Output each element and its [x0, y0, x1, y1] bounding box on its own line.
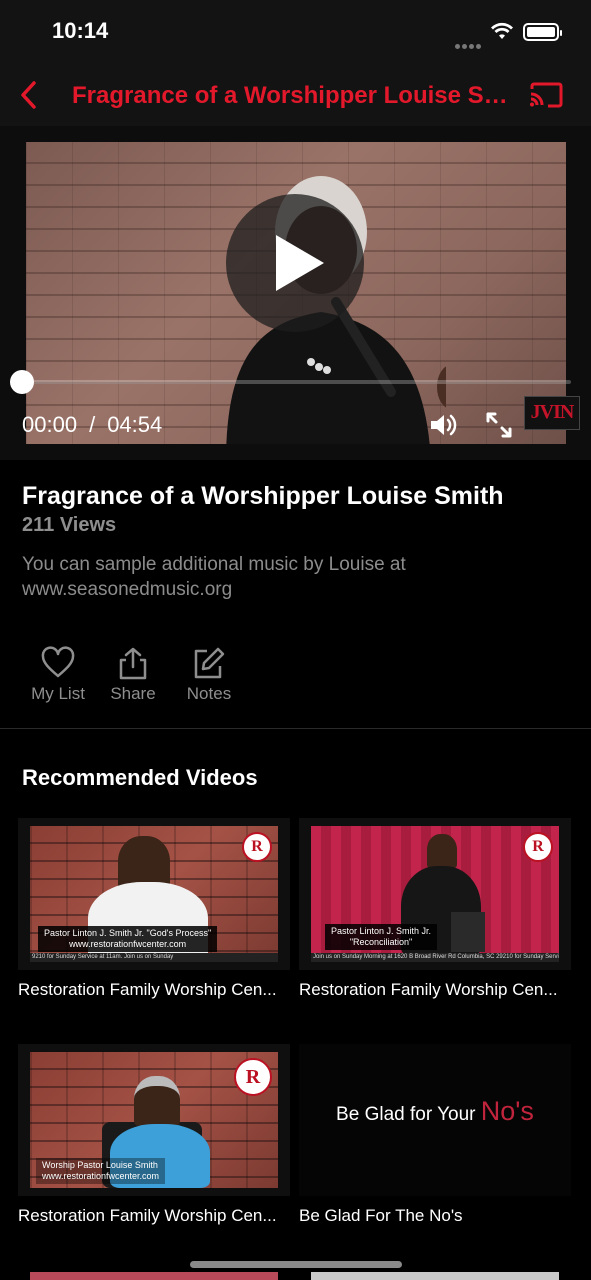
fullscreen-button[interactable]	[484, 410, 514, 440]
page-title: Fragrance of a Worshipper Louise Sm...	[72, 82, 518, 109]
time-readout: 00:00 / 04:54	[22, 412, 162, 438]
recommended-video-card[interactable]: Be Glad for Your No's Be Glad For The No…	[299, 1044, 571, 1226]
thumbnail-accent-text: No's	[480, 1096, 534, 1126]
my-list-label: My List	[31, 684, 85, 703]
thumbnail-text: Be Glad for Your	[336, 1104, 481, 1125]
caption-line-1: Pastor Linton J. Smith Jr. "God's Proces…	[44, 928, 212, 938]
channel-logo: JVIN	[524, 396, 580, 430]
home-indicator[interactable]	[190, 1261, 402, 1268]
play-icon	[276, 235, 324, 291]
back-button[interactable]	[12, 78, 46, 112]
logo-badge: R	[242, 832, 272, 862]
caption-line-2: www.restorationfwcenter.com	[42, 1171, 160, 1181]
volume-icon	[431, 414, 457, 436]
recommended-video-card[interactable]: R Pastor Linton J. Smith Jr. "Reconcilia…	[299, 818, 571, 1000]
scrubber-handle[interactable]	[10, 370, 34, 394]
podium	[451, 912, 485, 952]
next-row-thumbnail[interactable]	[311, 1272, 559, 1280]
caption-line-1: Pastor Linton J. Smith Jr.	[331, 926, 432, 936]
card-title: Restoration Family Worship Cen...	[18, 1206, 277, 1225]
edit-icon	[194, 647, 225, 679]
heart-icon	[41, 646, 75, 678]
video-description: You can sample additional music by Louis…	[22, 554, 406, 600]
video-thumbnail: R Pastor Linton J. Smith Jr. "God's Proc…	[18, 818, 290, 970]
caption-line-2: "Reconciliation"	[349, 937, 413, 947]
cast-icon	[530, 82, 563, 108]
play-button[interactable]	[226, 194, 364, 332]
recommended-video-card[interactable]: R Pastor Linton J. Smith Jr. "God's Proc…	[18, 818, 290, 1000]
duration: 04:54	[107, 412, 163, 437]
video-thumbnail: Be Glad for Your No's	[299, 1044, 571, 1196]
logo-badge: R	[523, 832, 553, 862]
thumbnail-image: R Pastor Linton J. Smith Jr. "Reconcilia…	[311, 826, 559, 962]
status-time: 10:14	[52, 18, 109, 43]
my-list-button[interactable]: My List	[18, 646, 98, 704]
share-icon	[119, 647, 147, 680]
recommended-heading: Recommended Videos	[22, 765, 258, 790]
notes-label: Notes	[186, 684, 232, 703]
video-thumbnail: R Pastor Linton J. Smith Jr. "Reconcilia…	[299, 818, 571, 970]
thumbnail-image: R Pastor Linton J. Smith Jr. "God's Proc…	[30, 826, 278, 962]
fullscreen-icon	[486, 412, 512, 438]
logo-badge: R	[234, 1058, 272, 1096]
thumbnail-caption: Worship Pastor Louise Smith www.restorat…	[36, 1158, 166, 1184]
recommended-video-card[interactable]: R Worship Pastor Louise Smith www.restor…	[18, 1044, 290, 1226]
view-count: 211 Views	[22, 514, 117, 536]
battery-icon	[523, 23, 562, 41]
card-title: Restoration Family Worship Cen...	[18, 980, 277, 999]
caption-line-1: Worship Pastor Louise Smith	[42, 1160, 158, 1170]
notes-button[interactable]: Notes	[169, 646, 249, 704]
thumbnail-ticker: 9210 for Sunday Service at 11am. Join us…	[30, 953, 278, 962]
section-divider	[0, 728, 591, 729]
thumbnail-caption: Pastor Linton J. Smith Jr. "Reconciliati…	[325, 924, 438, 950]
video-progress-bar[interactable]	[20, 380, 571, 384]
thumbnail-ticker: Join us on Sunday Morning at 1620 B Broa…	[311, 953, 559, 962]
video-title: Fragrance of a Worshipper Louise Smith	[22, 482, 504, 510]
thumbnail-caption: Pastor Linton J. Smith Jr. "God's Proces…	[38, 926, 218, 952]
caption-line-2: www.restorationfwcenter.com	[69, 939, 187, 949]
current-time: 00:00	[22, 412, 78, 437]
volume-button[interactable]	[428, 410, 458, 440]
chevron-left-icon	[21, 81, 36, 109]
cellular-signal-icon	[455, 36, 483, 49]
time-separator: /	[89, 412, 96, 437]
share-label: Share	[110, 684, 156, 703]
status-bar: 10:14	[0, 0, 591, 64]
video-thumbnail: R Worship Pastor Louise Smith www.restor…	[18, 1044, 290, 1196]
video-frame[interactable]	[26, 142, 566, 444]
thumbnail-image: R Worship Pastor Louise Smith www.restor…	[30, 1052, 278, 1188]
thumbnail-person	[427, 834, 457, 868]
thumbnail-title-text: Be Glad for Your No's	[299, 1096, 571, 1127]
next-row-thumbnail[interactable]	[30, 1272, 278, 1280]
share-button[interactable]: Share	[93, 646, 173, 704]
thumbnail-person	[134, 1076, 180, 1126]
card-title: Be Glad For The No's	[299, 1206, 463, 1225]
nav-bar: Fragrance of a Worshipper Louise Sm...	[0, 64, 591, 126]
card-title: Restoration Family Worship Cen...	[299, 980, 558, 999]
wifi-icon	[491, 22, 513, 39]
cast-button[interactable]	[526, 78, 566, 112]
